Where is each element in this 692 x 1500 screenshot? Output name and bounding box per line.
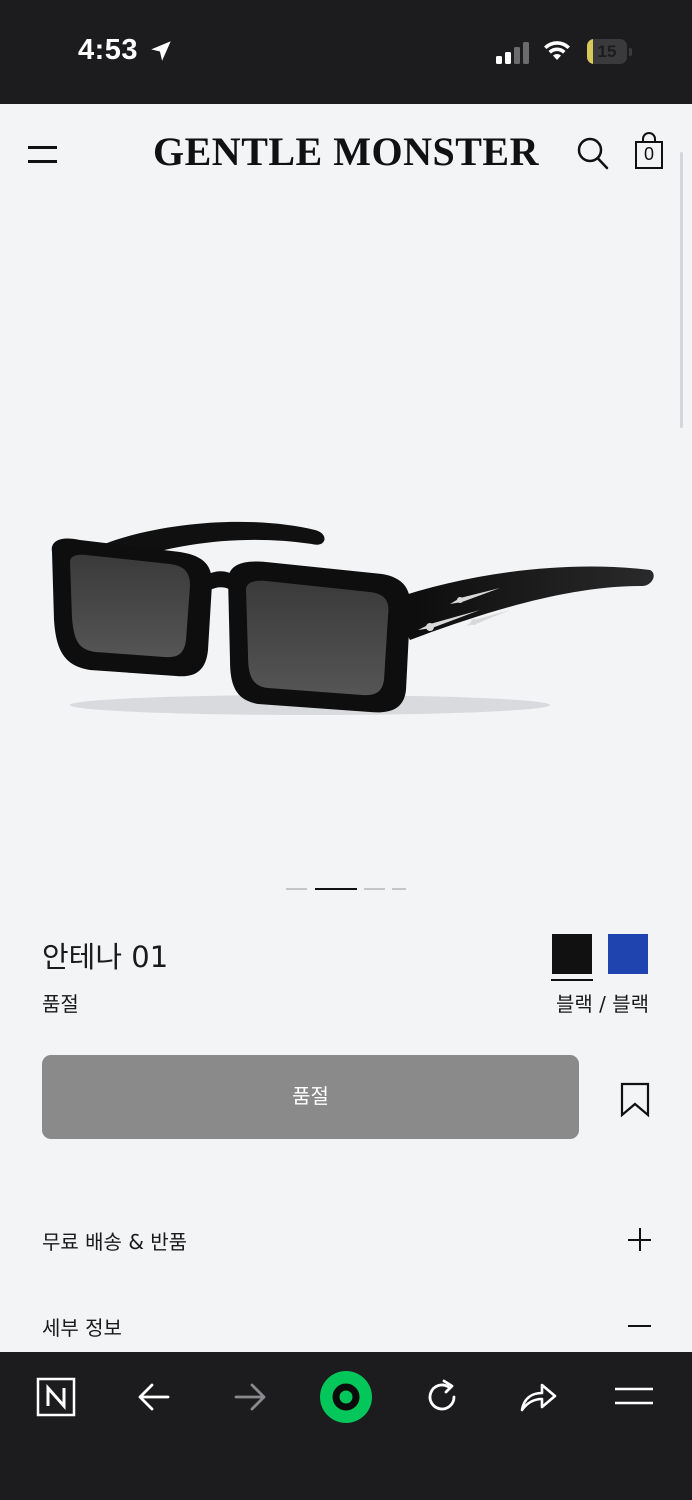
scrollbar[interactable] bbox=[680, 152, 683, 428]
carousel-dot[interactable] bbox=[286, 888, 307, 890]
back-arrow-icon[interactable] bbox=[124, 1372, 184, 1422]
accordion-label: 세부 정보 bbox=[42, 1316, 122, 1340]
cart-count: 0 bbox=[643, 144, 654, 164]
forward-arrow-icon[interactable] bbox=[220, 1372, 280, 1422]
carousel-dot[interactable] bbox=[364, 888, 385, 890]
bookmark-icon[interactable] bbox=[620, 1082, 650, 1118]
product-name: 안테나 01 bbox=[42, 940, 169, 974]
accordion-shipping-returns[interactable]: 무료 배송 & 반품 bbox=[42, 1214, 652, 1264]
color-swatch-blue[interactable] bbox=[608, 934, 648, 974]
location-arrow-icon bbox=[151, 41, 171, 61]
carousel-dot[interactable] bbox=[392, 888, 406, 890]
reload-icon[interactable] bbox=[412, 1372, 472, 1422]
status-bar: 4:53 15 bbox=[0, 0, 692, 104]
share-icon[interactable] bbox=[508, 1372, 568, 1422]
wifi-icon bbox=[544, 41, 570, 60]
naver-home-icon[interactable] bbox=[26, 1372, 86, 1422]
carousel-dot-active[interactable] bbox=[315, 888, 357, 890]
sunglasses-product-image[interactable] bbox=[30, 500, 662, 730]
status-time: 4:53 bbox=[78, 34, 139, 66]
color-swatch-black[interactable] bbox=[552, 934, 592, 974]
battery-icon: 15 bbox=[587, 39, 632, 64]
browser-toolbar bbox=[0, 1352, 692, 1500]
site-header: GENTLE MONSTER 0 bbox=[0, 104, 692, 204]
color-name: 블랙 / 블랙 bbox=[555, 992, 649, 1016]
menu-icon[interactable] bbox=[604, 1372, 664, 1422]
minus-icon[interactable] bbox=[628, 1314, 652, 1338]
green-dot-icon[interactable] bbox=[316, 1371, 376, 1423]
search-icon[interactable] bbox=[576, 136, 610, 172]
battery-level: 15 bbox=[597, 42, 617, 61]
stock-status: 품절 bbox=[42, 992, 79, 1016]
cellular-signal-icon bbox=[496, 42, 529, 64]
plus-icon[interactable] bbox=[628, 1228, 652, 1252]
shopping-bag-icon[interactable]: 0 bbox=[634, 132, 664, 170]
sold-out-button[interactable]: 품절 bbox=[42, 1055, 579, 1139]
accordion-details[interactable]: 세부 정보 bbox=[42, 1300, 652, 1350]
accordion-label: 무료 배송 & 반품 bbox=[42, 1230, 188, 1254]
selected-swatch-indicator bbox=[551, 979, 593, 981]
